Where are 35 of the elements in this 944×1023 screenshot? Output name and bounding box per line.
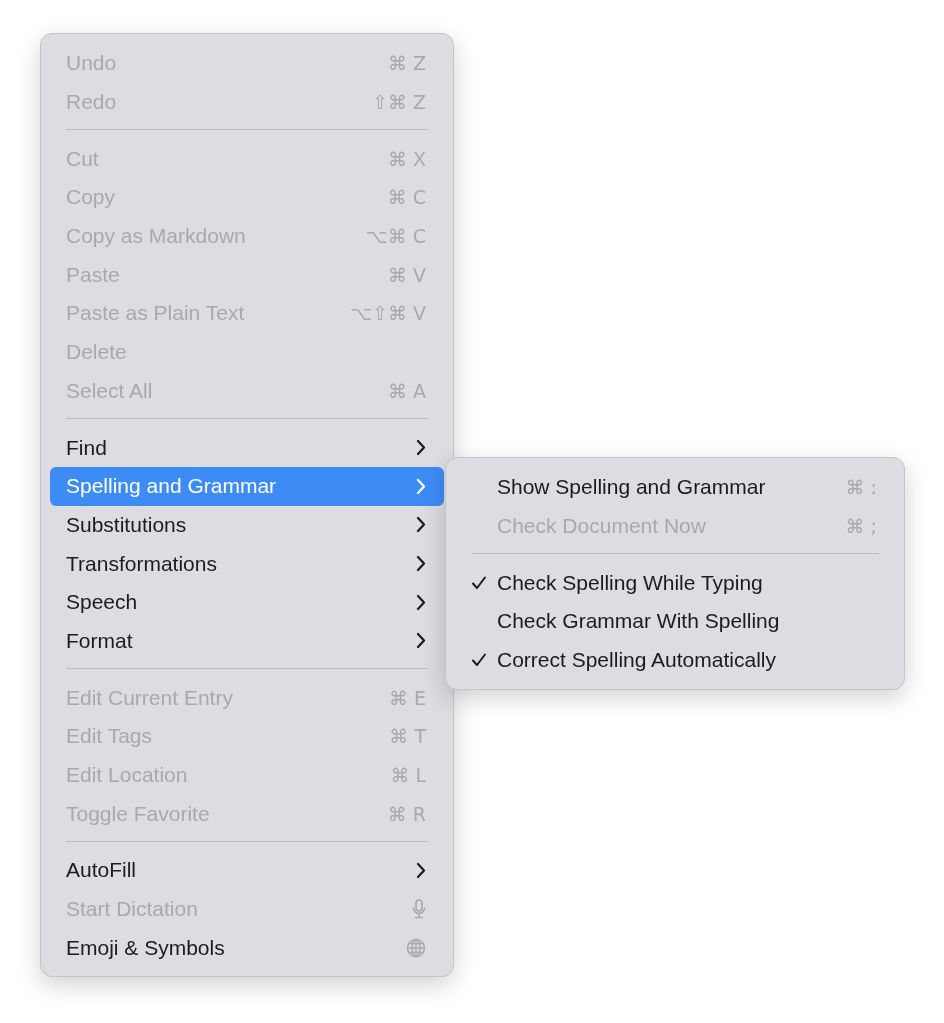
chevron-icon xyxy=(416,516,426,534)
menu-item[interactable]: Transformations xyxy=(50,544,444,583)
menu-item-label: Find xyxy=(66,435,107,460)
menu-item[interactable]: Substitutions xyxy=(50,505,444,545)
chevron-icon xyxy=(416,861,426,879)
menu-item[interactable]: Find xyxy=(50,428,444,467)
menu-item[interactable]: Show Spelling and Grammar ⌘ : xyxy=(455,468,895,507)
menu-item-label: Format xyxy=(66,628,133,653)
menu-item-label: Speech xyxy=(66,590,138,615)
menu-item[interactable]: Check Spelling While Typing xyxy=(455,563,895,603)
keyboard-shortcut: ⌘ : xyxy=(845,476,877,499)
menu-item-label: Transformations xyxy=(66,551,217,576)
menu-item[interactable]: Speech xyxy=(50,582,444,622)
menu-item-label: Spelling and Grammar xyxy=(66,474,277,499)
menu-item[interactable]: Emoji & Symbols xyxy=(50,928,444,968)
menu-item-label: Check Grammar With Spelling xyxy=(497,609,780,634)
menu-item-label: Substitutions xyxy=(66,512,187,537)
menu-item-label: Emoji & Symbols xyxy=(66,935,225,960)
menu-item[interactable]: Format xyxy=(50,621,444,661)
menu-item[interactable]: Correct Spelling Automatically xyxy=(455,640,895,680)
chevron-icon xyxy=(416,632,426,650)
chevron-icon xyxy=(416,439,426,457)
menu-item[interactable]: Spelling and Grammar xyxy=(50,466,444,506)
menu-item[interactable]: Check Grammar With Spelling xyxy=(455,602,895,641)
menu-item-label: Show Spelling and Grammar xyxy=(497,475,766,500)
menu-item[interactable]: AutoFill xyxy=(50,851,444,890)
chevron-icon xyxy=(416,477,426,495)
microphone-icon xyxy=(412,899,426,920)
globe-icon xyxy=(406,937,426,958)
menu-item-label: Check Spelling While Typing xyxy=(497,570,763,595)
chevron-icon xyxy=(416,555,426,573)
menu-item-label: Correct Spelling Automatically xyxy=(497,648,776,673)
keyboard-shortcut: ⌘ ; xyxy=(845,515,877,538)
chevron-icon xyxy=(416,593,426,611)
menu-item-label: AutoFill xyxy=(66,858,137,883)
